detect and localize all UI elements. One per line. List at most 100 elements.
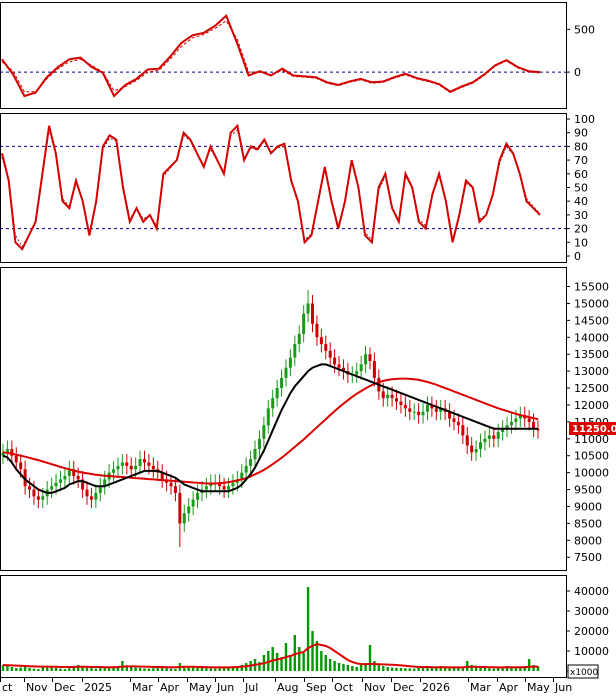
volume-bar bbox=[320, 651, 323, 671]
volume-bar bbox=[200, 668, 204, 671]
volume-bar bbox=[306, 587, 310, 671]
volume-bar bbox=[492, 668, 495, 671]
x-axis-label: Nov bbox=[26, 681, 48, 694]
price-candle-body bbox=[249, 459, 253, 466]
volume-bar bbox=[72, 667, 75, 671]
reference-lines bbox=[0, 71, 566, 230]
price-candle-body bbox=[315, 323, 319, 338]
x-axis-label: Jun bbox=[554, 681, 572, 694]
volume-bar bbox=[54, 668, 58, 671]
price-candle-body bbox=[178, 492, 182, 524]
current-price-tag: 11250.00 bbox=[569, 422, 616, 435]
price-candle-body bbox=[311, 303, 315, 324]
price-candle-body bbox=[417, 411, 421, 416]
price-candle-body bbox=[85, 489, 89, 497]
volume-bar bbox=[209, 668, 213, 671]
stochastic-k-line bbox=[1, 123, 541, 251]
price-candle-body bbox=[456, 421, 460, 426]
volume-bar bbox=[138, 668, 142, 671]
price-candle-body bbox=[474, 448, 478, 453]
x-axis-label: Nov bbox=[364, 681, 386, 694]
volume-bar bbox=[59, 668, 62, 671]
price-candle-body bbox=[50, 486, 54, 490]
volume-bar bbox=[41, 667, 44, 671]
price-candle-body bbox=[328, 350, 332, 358]
volume-bar bbox=[271, 647, 274, 671]
price-panel-frame bbox=[0, 267, 567, 571]
stochastic-ytick-label: 30 bbox=[574, 209, 588, 222]
x-axis-label: 2025 bbox=[84, 681, 112, 694]
volume-bar bbox=[452, 668, 456, 671]
price-candle-body bbox=[182, 513, 186, 524]
price-candle-body bbox=[487, 435, 491, 439]
price-ytick-label: 15500 bbox=[574, 281, 609, 294]
volume-bar bbox=[90, 668, 93, 671]
volume-bar bbox=[218, 668, 221, 671]
x-axis-label: Mar bbox=[470, 681, 491, 694]
volume-bar bbox=[143, 668, 146, 671]
price-candle-body bbox=[142, 459, 146, 463]
price-candle-body bbox=[196, 492, 200, 500]
volume-ytick-label: 30000 bbox=[574, 605, 609, 618]
price-candle-body bbox=[129, 465, 133, 470]
volume-bar bbox=[147, 668, 151, 671]
price-ytick-label: 15000 bbox=[574, 297, 609, 310]
price-candle-body bbox=[412, 411, 416, 413]
price-candle-body bbox=[372, 360, 376, 378]
price-candle-body bbox=[364, 354, 368, 365]
price-candle-body bbox=[151, 465, 155, 470]
price-ytick-label: 13000 bbox=[574, 365, 609, 378]
x-axis-label: Dec bbox=[54, 681, 75, 694]
volume-bar bbox=[191, 667, 195, 671]
price-candle-body bbox=[94, 492, 98, 500]
volume-bar bbox=[390, 667, 394, 671]
price-candle-body bbox=[14, 455, 18, 463]
volume-bar bbox=[302, 653, 305, 671]
x-axis-label: ct bbox=[2, 681, 13, 694]
volume-bar bbox=[68, 668, 71, 671]
stochastic-ytick-label: 90 bbox=[574, 127, 588, 140]
volume-bar bbox=[298, 647, 301, 671]
stochastic-ytick-label: 0 bbox=[574, 250, 581, 263]
price-candle-body bbox=[204, 486, 208, 490]
price-candle-body bbox=[125, 462, 129, 466]
volume-bar bbox=[382, 666, 385, 671]
volume-bar bbox=[289, 655, 292, 671]
stochastic-ytick-label: 40 bbox=[574, 195, 588, 208]
price-candle-body bbox=[28, 486, 32, 490]
x-axis-label: Apr bbox=[499, 681, 519, 694]
price-candle-body bbox=[231, 482, 235, 487]
volume-bar bbox=[134, 667, 137, 671]
volume-bar bbox=[457, 668, 460, 671]
volume-unit-box: x1000 bbox=[567, 664, 599, 679]
price-candle-body bbox=[116, 465, 120, 470]
price-candle-body bbox=[527, 418, 531, 422]
price-candle-body bbox=[461, 425, 465, 436]
price-candle-body bbox=[532, 421, 536, 429]
x-axis-label: Apr bbox=[160, 681, 180, 694]
price-ytick-label: 9000 bbox=[574, 500, 602, 513]
price-candle-body bbox=[483, 438, 487, 443]
price-candle-body bbox=[386, 394, 390, 399]
price-candle-body bbox=[381, 391, 385, 399]
price-candle-body bbox=[89, 496, 93, 500]
price-candle-body bbox=[41, 496, 45, 500]
price-ytick-label: 7500 bbox=[574, 551, 602, 564]
price-ytick-label: 14000 bbox=[574, 331, 609, 344]
x-axis-label: Aug bbox=[277, 681, 298, 694]
price-candle-body bbox=[275, 388, 279, 399]
price-candle-body bbox=[434, 408, 438, 412]
volume-bar bbox=[359, 665, 363, 671]
price-candle-body bbox=[293, 344, 297, 358]
x-axis-label: Sep bbox=[306, 681, 327, 694]
x-axis-label: Jun bbox=[216, 681, 234, 694]
x-axis-label: Dec bbox=[393, 681, 414, 694]
price-candle-body bbox=[465, 435, 469, 446]
price-candle-body bbox=[54, 482, 58, 487]
axes: 5000100908070605040302010015500150001450… bbox=[0, 23, 609, 694]
volume-bar bbox=[333, 661, 336, 671]
price-candle-body bbox=[359, 364, 363, 372]
volume-bar bbox=[94, 668, 98, 671]
price-candle-body bbox=[257, 438, 261, 449]
volume-bar bbox=[408, 668, 411, 671]
